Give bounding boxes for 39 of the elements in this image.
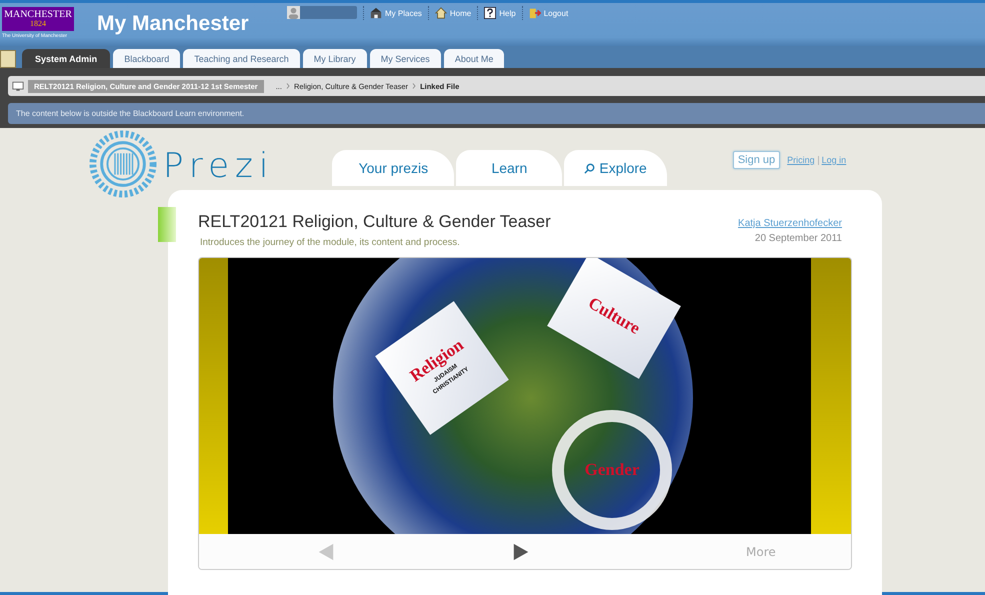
- nav-tab[interactable]: My Services: [370, 49, 441, 68]
- presentation-title: RELT20121 Religion, Culture & Gender Teaser: [198, 212, 551, 232]
- accent-bar: [158, 207, 176, 242]
- header-link[interactable]: My Places: [363, 6, 428, 20]
- nav-tab[interactable]: Blackboard: [113, 49, 180, 68]
- nav-tab[interactable]: My Library: [302, 49, 367, 68]
- play-icon[interactable]: [512, 542, 530, 560]
- search-icon: [584, 162, 596, 174]
- presentation-description: Introduces the journey of the module, its content and process.: [200, 237, 461, 248]
- screen-icon: [12, 80, 24, 92]
- prezi-tab[interactable]: Your prezis: [332, 150, 454, 186]
- help-icon: [484, 7, 496, 19]
- chevron-icon: [412, 83, 416, 89]
- notice-banner: The content below is outside the Blackboard Learn environment.: [8, 103, 985, 124]
- avatar-icon: [287, 6, 300, 19]
- logout-icon: [528, 7, 541, 19]
- chevron-icon: [286, 83, 290, 89]
- publish-date: 20 September 2011: [754, 233, 842, 244]
- author-link[interactable]: Katja Stuerzenhofecker: [738, 218, 842, 229]
- home-icon: [434, 7, 447, 19]
- prezi-tab[interactable]: Explore: [564, 150, 667, 186]
- nav-tab[interactable]: System Admin: [22, 49, 110, 68]
- account-link[interactable]: Pricing: [787, 155, 815, 165]
- prezi-wordmark: Prezi: [163, 146, 274, 186]
- prezi-logo-icon: [89, 130, 157, 198]
- site-title: My Manchester: [97, 12, 250, 36]
- account-link[interactable]: Log in: [822, 155, 846, 165]
- frame-title: Gender: [584, 460, 640, 480]
- nav-tab[interactable]: About Me: [444, 49, 504, 68]
- header-link[interactable]: Home: [428, 6, 478, 20]
- header-link[interactable]: Help: [477, 6, 522, 20]
- panel-toggle-icon[interactable]: [0, 50, 16, 68]
- header-link[interactable]: Logout: [522, 6, 574, 20]
- logo-year: 1824: [30, 20, 46, 28]
- previous-icon[interactable]: [317, 542, 335, 560]
- prezi-tab[interactable]: Learn: [456, 150, 562, 186]
- nav-tab[interactable]: Teaching and Research: [183, 49, 300, 68]
- logo-name: MANCHESTER: [4, 10, 72, 20]
- sign-up-button[interactable]: Sign up: [732, 151, 780, 169]
